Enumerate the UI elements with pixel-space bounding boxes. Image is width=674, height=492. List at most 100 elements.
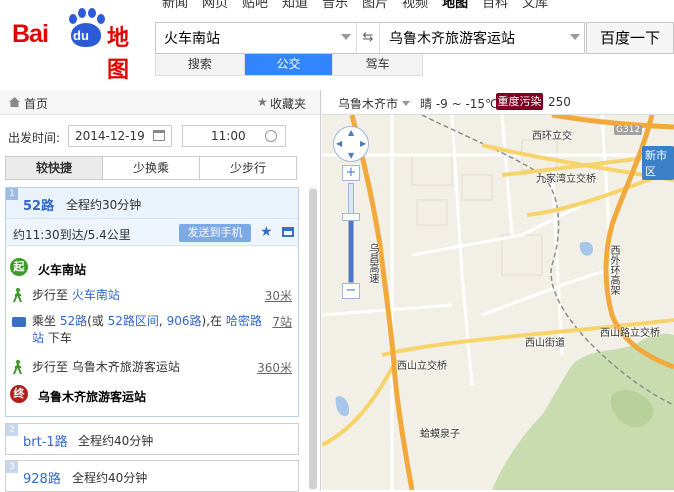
route-card-1[interactable]: 1 52路 全程约30分钟 约11:30到达/5.4公里 发送到手机 ★ 起 火…: [5, 187, 299, 417]
calendar-icon[interactable]: [153, 130, 165, 141]
bus-text: 乘坐 52路(或 52路区间, 906路),在 哈密路站 下车: [32, 314, 262, 345]
bus-alt-link-1[interactable]: 52路区间: [108, 314, 159, 328]
zoom-out-button[interactable]: −: [342, 283, 360, 299]
nav-zhidao[interactable]: 知道: [275, 0, 315, 12]
walk-1-place-link[interactable]: 火车南站: [72, 288, 120, 302]
map-graphics: [322, 115, 674, 490]
nav-video[interactable]: 视频: [395, 0, 435, 12]
origin-dropdown-icon[interactable]: [341, 34, 351, 40]
preference-tabs: 较快捷 少换乘 少步行: [5, 156, 297, 180]
step-start: 起 火车南站: [6, 258, 298, 280]
step-walk-1: 步行至 火车南站 30米: [6, 286, 298, 306]
header: Bai du 地图 新闻 网页 贴吧 知道 音乐 图片 视频 地图 百科 文库 …: [0, 0, 674, 90]
swap-icon[interactable]: ⇆: [356, 23, 380, 53]
panel-scrollbar[interactable]: [309, 187, 317, 490]
home-link[interactable]: 首页: [24, 95, 48, 112]
pan-right-icon[interactable]: ▶: [360, 139, 366, 148]
walk-icon: [13, 288, 22, 302]
map-label-xihuan-gaosu: 西外环高架: [608, 245, 619, 295]
pan-up-icon[interactable]: ▲: [348, 128, 354, 137]
city-selector[interactable]: 乌鲁木齐市: [338, 95, 398, 112]
nav-map[interactable]: 地图: [435, 0, 475, 12]
zoom-in-button[interactable]: +: [342, 165, 360, 181]
print-icon[interactable]: [282, 227, 294, 237]
nav-music[interactable]: 音乐: [315, 0, 355, 12]
panel-toolbar: 首页 ★ 收藏夹: [0, 90, 320, 115]
map-badge-g312: G312: [614, 125, 643, 135]
home-icon[interactable]: [9, 97, 20, 107]
map-label-wuchang: 乌昌高速: [367, 243, 378, 283]
baidu-logo[interactable]: Bai du 地图: [12, 6, 144, 83]
nav-images[interactable]: 图片: [355, 0, 395, 12]
nav-news[interactable]: 新闻: [155, 0, 195, 12]
bus-icon: [12, 317, 26, 327]
map-label-jiujiawan: 九家湾立交桥: [536, 174, 596, 185]
date-field[interactable]: 2014-12-19: [68, 125, 172, 147]
map-label-xishanjiedao: 西山街道: [525, 338, 565, 349]
search-button[interactable]: 百度一下: [586, 22, 674, 54]
nav-web[interactable]: 网页: [195, 0, 235, 12]
time-field[interactable]: 11:00: [182, 125, 286, 147]
pref-fewer-transfers[interactable]: 少换乘: [103, 157, 200, 179]
zoom-slider[interactable]: [348, 183, 354, 283]
map-label-xinshiqu: 新市区: [642, 146, 674, 180]
route-search-box: 火车南站 ⇆ 乌鲁木齐旅游客运站: [155, 22, 585, 54]
map-label-xishanlijiao: 西山立交桥: [397, 361, 447, 372]
destination-dropdown-icon[interactable]: [570, 34, 580, 40]
map-label-xishanlujiao: 西山路立交桥: [600, 328, 660, 339]
pan-down-icon[interactable]: ▼: [348, 151, 354, 160]
start-badge-icon: 起: [10, 258, 28, 276]
favorite-star-icon[interactable]: ★: [260, 224, 273, 240]
route-duration: 全程约40分钟: [78, 434, 154, 448]
arrival-info: 约11:30到达/5.4公里: [13, 228, 131, 242]
nav-baike[interactable]: 百科: [475, 0, 515, 12]
logo-du: du: [73, 28, 89, 43]
route-card-2[interactable]: 2 brt-1路 全程约40分钟: [5, 423, 299, 455]
tab-search[interactable]: 搜索: [156, 54, 245, 75]
time-value: 11:00: [211, 129, 246, 143]
destination-input[interactable]: 乌鲁木齐旅游客运站: [389, 23, 515, 55]
clock-icon[interactable]: [265, 130, 277, 142]
route-name[interactable]: 52路: [23, 195, 54, 214]
route-name[interactable]: 928路: [23, 468, 61, 487]
city-dropdown-icon[interactable]: [402, 101, 410, 106]
walk-1-text: 步行至 火车南站: [32, 288, 120, 302]
map-canvas[interactable]: 西环立交 G312 新市区 九家湾立交桥 乌昌高速 西外环高架 西山路立交桥 西…: [322, 115, 674, 490]
walk-2-text: 步行至 乌鲁木齐旅游客运站: [32, 360, 180, 374]
star-icon[interactable]: ★: [257, 95, 268, 109]
logo-product: 地图: [107, 26, 130, 83]
route-name[interactable]: brt-1路: [23, 431, 68, 450]
route-index: 1: [6, 188, 18, 200]
date-value: 2014-12-19: [75, 129, 145, 143]
route-header[interactable]: 1 52路 全程约30分钟: [6, 188, 298, 218]
nav-tieba[interactable]: 贴吧: [235, 0, 275, 12]
route-index: 3: [6, 461, 18, 473]
pref-fastest[interactable]: 较快捷: [6, 157, 103, 179]
bus-alt-link-2[interactable]: 906路: [167, 314, 202, 328]
aqi-badge: 重度污染: [496, 93, 543, 110]
nav-wenku[interactable]: 文库: [515, 0, 555, 12]
end-badge-icon: 终: [10, 385, 28, 403]
map-label-hamajingzi: 蛤蟆泉子: [420, 429, 460, 440]
walk-1-distance[interactable]: 30米: [265, 287, 292, 304]
map-label-xihuanlijiao: 西环立交: [532, 131, 572, 142]
tab-transit[interactable]: 公交: [244, 54, 334, 75]
favorites-link[interactable]: 收藏夹: [270, 95, 306, 112]
left-panel: 首页 ★ 收藏夹 出发时间: 2014-12-19 11:00 较快捷 少换乘 …: [0, 90, 321, 492]
bus-line-link[interactable]: 52路: [60, 314, 87, 328]
pan-left-icon[interactable]: ◀: [336, 139, 342, 148]
send-to-phone-button[interactable]: 发送到手机: [179, 224, 251, 242]
tab-drive[interactable]: 驾车: [333, 54, 422, 75]
pref-less-walking[interactable]: 少步行: [200, 157, 296, 179]
walk-2-distance[interactable]: 360米: [257, 359, 292, 376]
step-end: 终 乌鲁木齐旅游客运站: [6, 385, 298, 407]
map-pan-control[interactable]: ▲ ▼ ◀ ▶: [333, 126, 369, 162]
depart-label: 出发时间:: [8, 131, 61, 145]
scrollbar-thumb[interactable]: [309, 189, 317, 489]
top-nav: 新闻 网页 贴吧 知道 音乐 图片 视频 地图 百科 文库: [155, 0, 555, 12]
paw-icon: du: [65, 8, 105, 48]
origin-input[interactable]: 火车南站: [164, 23, 220, 55]
bus-stops-count[interactable]: 7站: [272, 313, 292, 330]
route-card-3[interactable]: 3 928路 全程约40分钟: [5, 460, 299, 492]
zoom-slider-thumb[interactable]: [342, 213, 360, 221]
